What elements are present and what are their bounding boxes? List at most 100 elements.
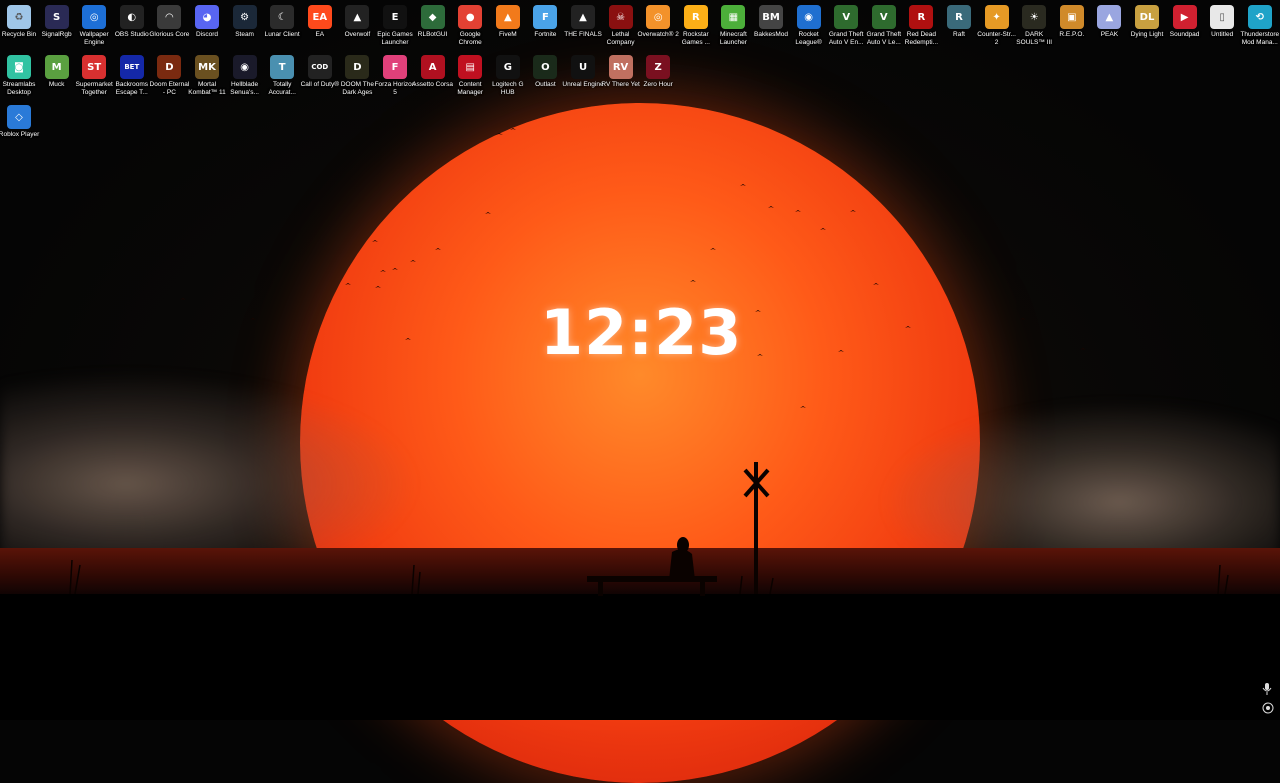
chrome-icon: ● [458, 5, 483, 29]
desktop-shortcut[interactable]: D DOOM The Dark Ages [338, 52, 376, 100]
desktop-shortcut[interactable]: U Unreal Engine [562, 52, 604, 100]
desktop-shortcut[interactable]: ☾ Lunar Client [263, 2, 301, 50]
microphone-icon[interactable] [1262, 683, 1272, 695]
desktop-shortcut[interactable]: O Outlast [526, 52, 564, 100]
desktop-shortcut[interactable]: ⚙ Steam [226, 2, 264, 50]
desktop-shortcut[interactable]: R Raft [940, 2, 978, 50]
desktop-shortcut-label: Content Manager [457, 81, 484, 96]
desktop-shortcut[interactable]: ST Supermarket Together [75, 52, 113, 100]
unreal-engine-icon: U [571, 55, 595, 79]
desktop-shortcut[interactable]: M Muck [38, 52, 76, 100]
obs-studio-icon: ◐ [119, 5, 144, 29]
desktop-shortcut[interactable]: BM BakkesMod [752, 2, 790, 50]
desktop-shortcut[interactable]: E Epic Games Launcher [376, 2, 414, 50]
desktop-shortcut[interactable]: MK Mortal Kombat™ 11 [188, 52, 226, 100]
location-icon[interactable] [1262, 702, 1274, 714]
signalrgb-icon: S [44, 5, 69, 29]
desktop-shortcut[interactable]: ▲ Overwolf [338, 2, 376, 50]
red-dead-icon: R [909, 5, 934, 29]
gta-v-enhanced-icon: V [834, 5, 859, 29]
muck-icon: M [44, 55, 69, 79]
desktop-shortcut[interactable]: DL Dying Light [1128, 2, 1166, 50]
gta-v-legacy-icon: V [871, 5, 896, 29]
desktop-shortcut[interactable]: ◕ Discord [188, 2, 226, 50]
desktop-shortcut-label: Lethal Company [606, 31, 635, 46]
desktop-shortcut-label: Outlast [535, 81, 556, 88]
desktop-shortcut[interactable]: G Logitech G HUB [489, 52, 527, 100]
desktop-shortcut-label: Steam [235, 31, 254, 38]
desktop-shortcut[interactable]: Z Zero Hour [639, 52, 677, 100]
desktop-shortcut[interactable]: ◉ Rocket League® [790, 2, 828, 50]
desktop-shortcut[interactable]: ▲ THE FINALS [564, 2, 602, 50]
desktop-shortcut[interactable]: ● Google Chrome [451, 2, 489, 50]
desktop-shortcut[interactable]: ◠ Glorious Core [149, 2, 190, 50]
desktop-shortcut[interactable]: ◎ Overwatch® 2 [638, 2, 679, 50]
desktop-shortcut[interactable]: T Totally Accurat... [263, 52, 301, 100]
rv-there-yet-icon: RV [608, 55, 633, 79]
desktop-shortcut[interactable]: V Grand Theft Auto V En... [827, 2, 865, 50]
desktop-shortcut[interactable]: ▯ Untitled [1203, 2, 1241, 50]
desktop-shortcut[interactable]: ▣ R.E.P.O. [1053, 2, 1091, 50]
desktop-shortcut[interactable]: ◐ OBS Studio [113, 2, 151, 50]
desktop-shortcut-label: Totally Accurat... [268, 81, 296, 96]
desktop-shortcut-label: Glorious Core [149, 31, 190, 38]
desktop-shortcut[interactable]: ◆ RLBotGUI [414, 2, 452, 50]
desktop-shortcut[interactable]: RV RV There Yet [601, 52, 640, 100]
crossing-sign-silhouette [743, 462, 770, 594]
desktop-shortcut[interactable]: ▶ Soundpad [1166, 2, 1204, 50]
desktop-shortcut[interactable]: S SignalRgb [38, 2, 76, 50]
roblox-icon: ◇ [7, 105, 31, 129]
desktop-shortcut[interactable]: ◇ Roblox Player [0, 102, 39, 150]
counter-strike-icon: ✦ [984, 5, 1009, 29]
desktop-shortcut[interactable]: ▤ Content Manager [451, 52, 489, 100]
minecraft-icon: ▦ [721, 5, 746, 29]
thunderstore-icon: ⟲ [1247, 5, 1272, 29]
desktop-shortcut[interactable]: V Grand Theft Auto V Le... [865, 2, 903, 50]
desktop-shortcut[interactable]: F Fortnite [526, 2, 564, 50]
desktop-shortcut-label: SignalRgb [41, 31, 72, 38]
peak-icon: ▲ [1097, 5, 1122, 29]
logitech-icon: G [495, 55, 520, 79]
desktop-shortcut[interactable]: D Doom Eternal - PC [150, 52, 189, 100]
desktop-shortcut-label: Untitled [1211, 31, 1234, 38]
discord-icon: ◕ [195, 5, 219, 29]
repo-icon: ▣ [1059, 5, 1084, 29]
desktop-shortcut[interactable]: ◎ Wallpaper Engine [75, 2, 113, 50]
desktop-shortcut-label: Assetto Corsa [412, 81, 453, 88]
desktop-shortcut[interactable]: R Rockstar Games ... [677, 2, 715, 50]
desktop-shortcut[interactable]: COD Call of Duty® [301, 52, 339, 100]
desktop-shortcut[interactable]: ◉ Hellblade Senua's... [226, 52, 264, 100]
desktop-shortcut-label: Forza Horizon 5 [374, 81, 416, 96]
desktop-shortcut[interactable]: ▦ Minecraft Launcher [714, 2, 752, 50]
desktop-shortcut-label: Thunderstore Mod Mana... [1240, 31, 1280, 46]
desktop-shortcut-label: R.E.P.O. [1059, 31, 1085, 38]
desktop-shortcut-label: Recycle Bin [1, 31, 37, 38]
desktop-shortcut-label: Dying Light [1130, 31, 1164, 38]
desktop-shortcut-label: Rocket League® [795, 31, 822, 46]
desktop-shortcut[interactable]: ☠ Lethal Company [602, 2, 640, 50]
desktop-shortcut[interactable]: R Red Dead Redempti... [902, 2, 940, 50]
desktop-shortcut[interactable]: ▲ FiveM [489, 2, 527, 50]
desktop-shortcut[interactable]: EA EA [301, 2, 339, 50]
rockstar-icon: R [683, 5, 708, 29]
fortnite-icon: F [533, 5, 558, 29]
desktop-shortcut[interactable]: ☀ DARK SOULS™ III [1015, 2, 1053, 50]
desktop-shortcut[interactable]: BET Backrooms Escape T... [113, 52, 151, 100]
desktop-shortcut[interactable]: A Assetto Corsa [412, 52, 453, 100]
desktop-shortcut[interactable]: ✦ Counter-Str... 2 [977, 2, 1016, 50]
desktop-shortcut-label: Fortnite [534, 31, 557, 38]
desktop-shortcut[interactable]: ⟲ Thunderstore Mod Mana... [1240, 2, 1280, 50]
forza-icon: F [383, 55, 407, 79]
desktop-shortcut-label: Logitech G HUB [492, 81, 524, 96]
desktop-shortcut-label: Red Dead Redempti... [904, 31, 939, 46]
desktop-shortcut[interactable]: F Forza Horizon 5 [374, 52, 416, 100]
supermarket-together-icon: ST [82, 55, 107, 79]
desktop-shortcut[interactable]: ♻ Recycle Bin [0, 2, 38, 50]
desktop-shortcut[interactable]: ◙ Streamlabs Desktop [0, 52, 38, 100]
desktop-shortcut-label: OBS Studio [114, 31, 149, 38]
desktop-shortcut-label: PEAK [1100, 31, 1119, 38]
desktop-shortcut[interactable]: ▲ PEAK [1090, 2, 1128, 50]
overwolf-icon: ▲ [345, 5, 370, 29]
desktop-shortcut-label: Raft [953, 31, 965, 38]
desktop-shortcut-label: Rockstar Games ... [681, 31, 710, 46]
